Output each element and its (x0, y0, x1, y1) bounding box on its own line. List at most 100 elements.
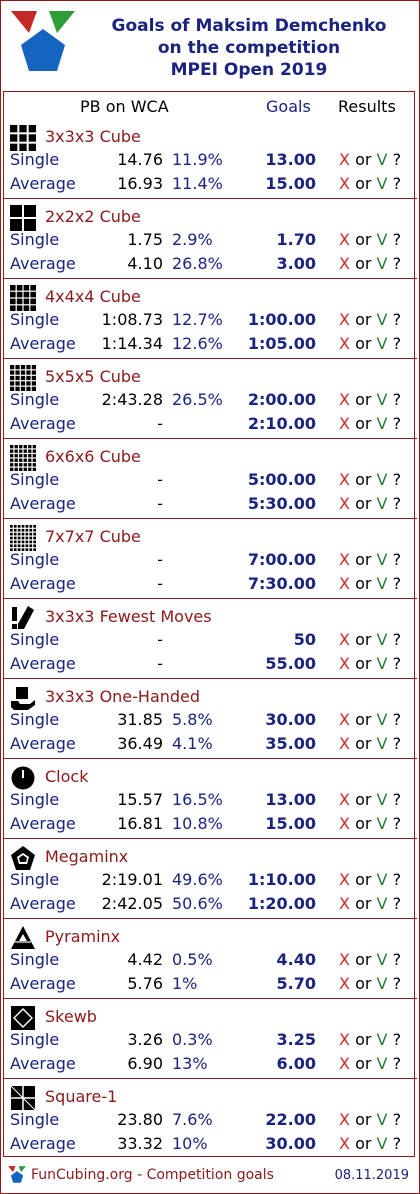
footer: FunCubing.org - Competition goals 08.11.… (3, 1163, 415, 1189)
result-type: Average (10, 734, 76, 753)
result-v: V (376, 814, 388, 833)
result-v: V (376, 254, 388, 273)
result-status: X or V ? (339, 308, 401, 332)
personal-best: 1:14.34 (101, 334, 163, 353)
result-x: X (339, 574, 350, 593)
result-or: or (355, 470, 372, 489)
result-or: or (355, 630, 372, 649)
result-x: X (339, 390, 350, 409)
personal-best: 2:19.01 (101, 870, 163, 889)
personal-best: - (157, 654, 163, 673)
result-row: Average 5.76 1% 5.70 X or V ? (8, 972, 412, 996)
result-question: ? (392, 710, 402, 729)
result-question: ? (392, 734, 402, 753)
improvement-percent: 2.9% (172, 230, 213, 249)
result-row: Single 2:19.01 49.6% 1:10.00 X or V ? (8, 868, 412, 892)
goal-value: 5:30.00 (247, 494, 316, 513)
result-question: ? (392, 254, 402, 273)
result-v: V (376, 150, 388, 169)
improvement-percent: 26.5% (172, 390, 223, 409)
result-x: X (339, 974, 350, 993)
event-name: 4x4x4 Cube (45, 287, 141, 306)
footer-site-link[interactable]: FunCubing.org - Competition goals (31, 1167, 274, 1183)
result-type: Average (10, 974, 76, 993)
event-header: 3x3x3 Fewest Moves (8, 604, 408, 629)
result-row: Average - 7:30.00 X or V ? (8, 572, 412, 596)
result-row: Single 23.80 7.6% 22.00 X or V ? (8, 1108, 412, 1132)
result-type: Average (10, 334, 76, 353)
result-type: Average (10, 814, 76, 833)
result-status: X or V ? (339, 548, 401, 572)
improvement-percent: 11.9% (172, 150, 223, 169)
result-type: Single (10, 470, 60, 489)
result-v: V (376, 950, 388, 969)
result-question: ? (392, 310, 402, 329)
result-type: Single (10, 790, 60, 809)
event-name: 6x6x6 Cube (45, 447, 141, 466)
result-type: Single (10, 550, 60, 569)
result-row: Single - 5:00.00 X or V ? (8, 468, 412, 492)
result-status: X or V ? (339, 468, 401, 492)
result-or: or (355, 174, 372, 193)
result-row: Average 33.32 10% 30.00 X or V ? (8, 1132, 412, 1156)
goal-value: 1:00.00 (247, 310, 316, 329)
event-header: Megaminx (8, 844, 408, 870)
result-row: Average 2:42.05 50.6% 1:20.00 X or V ? (8, 892, 412, 916)
result-v: V (376, 654, 388, 673)
goal-value: 50 (293, 630, 316, 649)
result-status: X or V ? (339, 812, 401, 836)
improvement-percent: 10% (172, 1134, 208, 1153)
result-question: ? (392, 390, 402, 409)
result-x: X (339, 950, 350, 969)
event-name: 5x5x5 Cube (45, 367, 141, 386)
goal-value: 1:10.00 (247, 870, 316, 889)
improvement-percent: 5.8% (172, 710, 213, 729)
column-header-pb: PB on WCA (80, 97, 169, 116)
result-or: or (355, 710, 372, 729)
result-type: Average (10, 1054, 76, 1073)
personal-best: 2:42.05 (101, 894, 163, 913)
event-name: Square-1 (45, 1087, 118, 1106)
result-v: V (376, 334, 388, 353)
result-type: Single (10, 1030, 60, 1049)
result-v: V (376, 974, 388, 993)
event-divider (3, 678, 417, 679)
result-status: X or V ? (339, 172, 401, 196)
goal-value: 6.00 (276, 1054, 316, 1073)
result-v: V (376, 230, 388, 249)
goal-value: 4.40 (276, 950, 316, 969)
result-row: Single 1:08.73 12.7% 1:00.00 X or V ? (8, 308, 412, 332)
goal-value: 13.00 (265, 790, 316, 809)
result-or: or (355, 814, 372, 833)
event-header: 4x4x4 Cube (8, 284, 408, 311)
event-header: 3x3x3 One-Handed (8, 684, 408, 710)
result-type: Average (10, 414, 76, 433)
result-or: or (355, 1134, 372, 1153)
result-x: X (339, 1054, 350, 1073)
result-question: ? (392, 1030, 402, 1049)
result-x: X (339, 494, 350, 513)
result-status: X or V ? (339, 1052, 401, 1076)
improvement-percent: 12.6% (172, 334, 223, 353)
result-or: or (355, 334, 372, 353)
goal-value: 30.00 (265, 710, 316, 729)
result-status: X or V ? (339, 492, 401, 516)
result-status: X or V ? (339, 972, 401, 996)
improvement-percent: 50.6% (172, 894, 223, 913)
goal-value: 1:05.00 (247, 334, 316, 353)
improvement-percent: 49.6% (172, 870, 223, 889)
result-or: or (355, 230, 372, 249)
result-v: V (376, 1030, 388, 1049)
result-or: or (355, 790, 372, 809)
result-status: X or V ? (339, 868, 401, 892)
improvement-percent: 1% (172, 974, 198, 993)
improvement-percent: 0.3% (172, 1030, 213, 1049)
improvement-percent: 16.5% (172, 790, 223, 809)
event-header: 7x7x7 Cube (8, 524, 408, 551)
result-question: ? (392, 174, 402, 193)
result-question: ? (392, 654, 402, 673)
result-x: X (339, 734, 350, 753)
result-row: Average 6.90 13% 6.00 X or V ? (8, 1052, 412, 1076)
result-v: V (376, 414, 388, 433)
goal-value: 22.00 (265, 1110, 316, 1129)
